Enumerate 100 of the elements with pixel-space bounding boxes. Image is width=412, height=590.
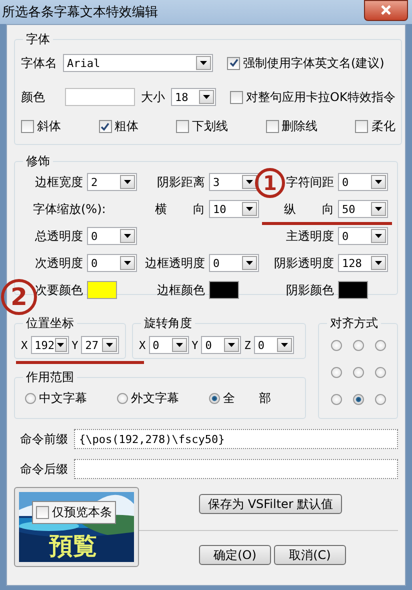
field-label: 字体缩放(%): [32,200,107,218]
checkmark-icon [228,58,238,68]
color-swatch[interactable] [65,88,135,106]
caret-icon [242,256,257,270]
radio-button[interactable] [374,394,386,405]
caret-icon [120,229,135,243]
field-label: 横 向 [155,200,205,218]
color-swatch[interactable] [209,281,239,299]
dropdown[interactable]: 0 [254,336,294,354]
group-title: 位置坐标 [25,315,75,332]
field-label: X [139,338,146,352]
radio-button[interactable] [374,367,386,378]
field-label: Z [244,338,251,352]
checkbox[interactable]: 柔化 [355,118,396,135]
callout-number: 1 [255,168,285,198]
group-title: 旋转角度 [143,315,193,332]
caret-icon [196,56,211,70]
preview-caption: 預覧 [49,531,97,562]
checkbox[interactable]: 下划线 [176,118,228,135]
radio-button[interactable] [374,340,386,351]
dropdown[interactable]: 50 [338,200,388,218]
caret-icon [224,338,240,352]
checkbox[interactable]: 仅预览本条 [32,501,116,524]
field-label: 边框宽度 [35,174,83,188]
text-field[interactable]: {\pos(192,278)\fscy50} [74,429,398,449]
radio-button[interactable] [330,367,342,378]
field-label: 命令后缀 [20,460,68,478]
field-label: 字符间距 [286,174,334,188]
dropdown[interactable]: 0 [209,254,259,272]
checkbox[interactable]: 对整句应用卡拉OK特效指令 [230,88,396,106]
group-title: 修饰 [25,153,51,170]
dropdown[interactable]: 192 [30,336,69,354]
dropdown[interactable]: 3 [209,173,259,191]
dropdown[interactable]: 0 [338,173,388,191]
dropdown[interactable]: 0 [201,336,242,354]
field-label: 大小 [141,88,165,106]
dropdown[interactable]: 0 [338,227,388,245]
close-button[interactable] [364,0,408,20]
field-label: 次透明度 [35,256,83,270]
caret-icon [371,256,386,270]
ok-button[interactable]: 确定(O) [199,545,271,565]
checkmark-icon [100,122,110,132]
caret-icon [120,175,135,189]
caret-icon [172,338,187,352]
checkbox[interactable]: 粗体 [98,118,139,135]
field-label: 阴影颜色 [286,282,334,296]
caret-icon [102,338,118,352]
field-label: 颜色 [21,88,45,106]
field-label: 主透明度 [286,228,334,242]
caret-icon [371,202,386,216]
radio-button[interactable] [352,394,364,405]
field-label: X [21,338,28,352]
caret-icon [242,202,257,216]
caret-icon [242,175,257,189]
color-swatch[interactable] [87,281,117,299]
field-label: 边框颜色 [157,282,205,296]
caret-icon [199,90,214,104]
dropdown[interactable]: 10 [209,200,259,218]
radio-button[interactable] [330,394,342,405]
dropdown[interactable]: 128 [338,254,388,272]
field-label: 字体名 [21,54,57,72]
field-label: 阴影距离 [157,174,205,188]
text-field[interactable] [74,459,398,479]
callout-number: 2 [1,279,37,315]
field-label: 命令前缀 [20,430,68,448]
dropdown[interactable]: 18 [171,88,216,106]
field-label: 纵 向 [284,200,334,218]
checkbox[interactable]: 斜体 [21,118,61,135]
field-label: Y [192,338,198,352]
close-icon [381,5,391,15]
group-title: 作用范围 [25,369,75,386]
dropdown[interactable]: 0 [87,227,137,245]
radio-button[interactable] [352,367,364,378]
caret-icon [54,338,67,352]
dropdown[interactable]: 0 [87,254,137,272]
radio-button[interactable]: 外文字幕 [117,390,179,407]
caret-icon [120,256,135,270]
dropdown[interactable]: 2 [87,173,137,191]
field-label: 总透明度 [35,228,83,242]
save-default-button[interactable]: 保存为 VSFilter 默认值 [199,494,342,514]
window-title: 所选各条字幕文本特效编辑 [2,4,158,21]
dropdown[interactable]: 0 [148,336,189,354]
field-label: 边框透明度 [145,256,205,270]
dropdown[interactable]: 27 [81,336,120,354]
dropdown[interactable]: Arial [63,54,213,72]
field-label: Y [72,338,78,352]
field-label: 阴影透明度 [274,256,334,270]
radio-button[interactable]: 中文字幕 [25,390,87,407]
checkbox[interactable]: 删除线 [266,118,318,135]
cancel-button[interactable]: 取消(C) [274,545,346,565]
caret-icon [371,229,386,243]
group-title: 字体 [25,31,51,48]
group-title: 对齐方式 [329,315,379,332]
caret-icon [371,175,386,189]
checkbox[interactable]: 强制使用字体英文名(建议) [227,54,384,72]
color-swatch[interactable] [338,281,368,299]
radio-button[interactable]: 全 部 [209,390,271,407]
radio-button[interactable] [330,340,342,351]
radio-button[interactable] [352,340,364,351]
field-label: 次要颜色 [35,282,83,296]
